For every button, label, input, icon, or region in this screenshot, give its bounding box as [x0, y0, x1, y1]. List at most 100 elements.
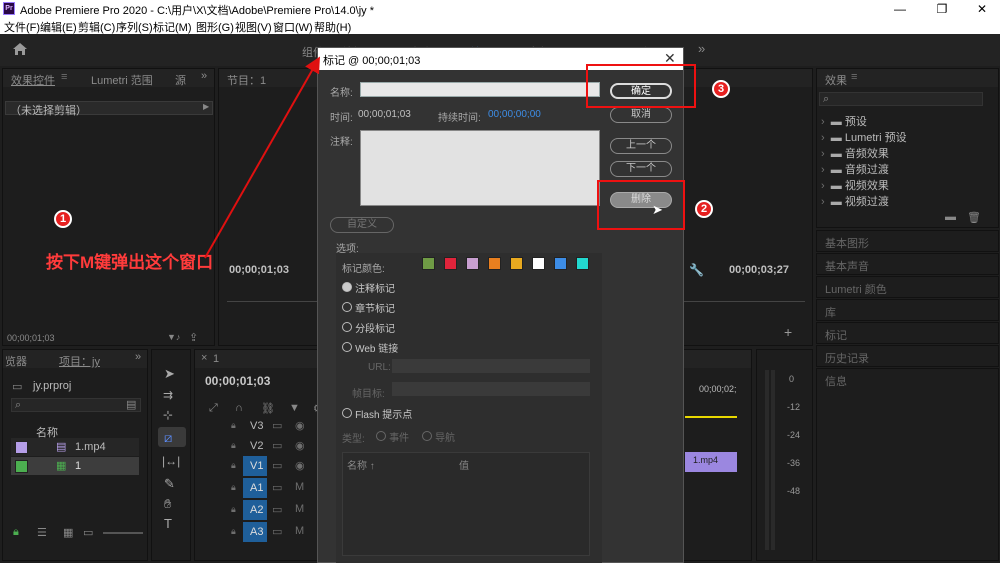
filter-icon[interactable]: ▼♪	[167, 332, 180, 342]
url-input[interactable]	[392, 359, 590, 373]
export-icon[interactable]: ⇪	[189, 331, 198, 344]
timeline-timecode[interactable]: 00;00;01;03	[205, 374, 270, 388]
radio-chapter-marker[interactable]: 章节标记	[342, 300, 395, 315]
razor-tool-icon[interactable]: ⧄	[164, 430, 172, 446]
radio-flash-cue-point[interactable]: Flash 提示点	[342, 406, 412, 421]
panel-overflow-icon[interactable]: »	[135, 351, 141, 363]
tab-lumetri-scopes[interactable]: Lumetri 范围	[91, 72, 153, 88]
zoom-slider[interactable]	[103, 532, 143, 534]
panel-info[interactable]: 信息	[816, 368, 999, 561]
frame-target-input[interactable]	[392, 382, 590, 396]
selection-tool-icon[interactable]: ➤	[164, 366, 175, 382]
lock-icon[interactable]: 🔒︎	[231, 440, 236, 451]
list-view-icon[interactable]: ☰	[37, 526, 47, 539]
panel-essential-sound[interactable]: 基本声音	[816, 253, 999, 275]
toggle-output-icon[interactable]: ▭	[272, 439, 282, 452]
workspace-overflow-icon[interactable]: »	[698, 41, 705, 56]
effects-search-input[interactable]: ⌕	[819, 92, 983, 106]
previous-button[interactable]: 上一个	[610, 138, 672, 154]
lock-icon[interactable]: 🔒︎	[231, 504, 236, 515]
menu-file[interactable]: 文件(F)	[4, 19, 40, 35]
work-area-bar[interactable]	[685, 416, 737, 418]
panel-libraries[interactable]: 库	[816, 299, 999, 321]
home-icon[interactable]	[12, 42, 28, 56]
table-value-header[interactable]: 值	[459, 457, 469, 472]
panel-history[interactable]: 历史记录	[816, 345, 999, 367]
duration-value[interactable]: 00;00;00;00	[488, 109, 541, 120]
snap-icon[interactable]: ∩	[235, 402, 243, 414]
radio-web-link[interactable]: Web 链接	[342, 340, 398, 355]
eye-icon[interactable]: ◉	[295, 439, 305, 452]
mute-icon[interactable]: M	[295, 503, 304, 515]
comment-textarea[interactable]	[360, 130, 600, 206]
list-item[interactable]: ▤ 1.mp4	[11, 438, 139, 456]
tab-source[interactable]: 源	[175, 72, 186, 88]
tab-effect-controls[interactable]: 效果控件	[11, 72, 55, 88]
toggle-output-icon[interactable]: ▭	[272, 481, 282, 494]
radio-event[interactable]: 事件	[376, 429, 409, 444]
radio-comment-marker[interactable]: 注释标记	[342, 280, 395, 295]
color-swatch-cyan[interactable]	[576, 257, 589, 270]
toggle-output-icon[interactable]: ▭	[272, 503, 282, 516]
icon-view-icon[interactable]: ▦	[63, 526, 73, 539]
tree-item-video-effects[interactable]: › ▬ 视频效果	[821, 177, 889, 193]
menu-view[interactable]: 视图(V)	[235, 19, 272, 35]
color-swatch-orange[interactable]	[488, 257, 501, 270]
wrench-icon[interactable]: 🔧	[689, 263, 704, 277]
color-swatch-lavender[interactable]	[466, 257, 479, 270]
color-swatch-green[interactable]	[422, 257, 435, 270]
color-swatch-yellow[interactable]	[510, 257, 523, 270]
track-v3[interactable]: 🔒︎ V3 ▭ ◉	[219, 416, 319, 436]
lock-icon[interactable]: 🔒︎	[231, 420, 236, 431]
tree-item-video-transitions[interactable]: › ▬ 视频过渡	[821, 193, 889, 209]
panel-markers[interactable]: 标记	[816, 322, 999, 344]
expand-arrow-icon[interactable]: ▶	[203, 102, 209, 111]
lock-icon[interactable]: 🔒︎	[231, 460, 236, 471]
linked-selection-icon[interactable]: ⛓︎	[261, 402, 275, 415]
panel-menu-icon[interactable]: ≡	[851, 71, 857, 83]
type-tool-icon[interactable]: T	[164, 516, 172, 531]
custom-button[interactable]: 自定义	[330, 217, 394, 233]
menu-edit[interactable]: 编辑(E)	[40, 19, 77, 35]
panel-essential-graphics[interactable]: 基本图形	[816, 230, 999, 252]
tab-project[interactable]: 项目：jy	[59, 353, 100, 369]
color-swatch-red[interactable]	[444, 257, 457, 270]
project-search-input[interactable]: ⌕	[11, 398, 141, 412]
new-bin-icon[interactable]: ▬	[945, 211, 956, 223]
add-button-icon[interactable]: +	[784, 324, 792, 340]
track-a2[interactable]: 🔒︎ A2 ▭ M	[219, 500, 319, 520]
menu-marker[interactable]: 标记(M)	[153, 19, 192, 35]
track-v2[interactable]: 🔒︎ V2 ▭ ◉	[219, 436, 319, 456]
freeform-view-icon[interactable]: ▭	[83, 526, 93, 539]
tab-sequence[interactable]: 1	[213, 353, 219, 365]
track-v1[interactable]: 🔒︎ V1 ▭ ◉	[219, 456, 319, 476]
color-swatch-white[interactable]	[532, 257, 545, 270]
timeline-clip[interactable]: 1.mp4	[685, 452, 737, 472]
nest-icon[interactable]: ⤢	[209, 402, 218, 415]
add-marker-icon[interactable]: ▼	[289, 402, 300, 414]
hand-tool-icon[interactable]: ✋︎	[164, 496, 171, 512]
lock-icon[interactable]: 🔒︎	[231, 482, 236, 493]
tree-item-audio-transitions[interactable]: › ▬ 音频过渡	[821, 161, 889, 177]
panel-lumetri-color[interactable]: Lumetri 颜色	[816, 276, 999, 298]
mute-icon[interactable]: M	[295, 525, 304, 537]
eye-icon[interactable]: ◉	[295, 419, 305, 432]
toggle-output-icon[interactable]: ▭	[272, 419, 282, 432]
new-bin-icon[interactable]: ▤	[126, 398, 136, 411]
slip-tool-icon[interactable]: |↔|	[162, 454, 180, 468]
menu-clip[interactable]: 剪辑(C)	[78, 19, 115, 35]
menu-window[interactable]: 窗口(W)	[273, 19, 313, 35]
track-select-tool-icon[interactable]: ⇉	[163, 388, 173, 402]
eye-icon[interactable]: ◉	[295, 459, 305, 472]
tab-media-browser[interactable]: 览器	[5, 353, 27, 369]
lock-icon[interactable]: 🔒︎	[231, 526, 236, 537]
radio-segmentation-marker[interactable]: 分段标记	[342, 320, 395, 335]
cancel-button[interactable]: 取消	[610, 107, 672, 123]
tree-item-presets[interactable]: › ▬ 预设	[821, 113, 867, 129]
table-name-header[interactable]: 名称 ↑	[347, 457, 375, 472]
minimize-button[interactable]: —	[880, 0, 920, 18]
mute-icon[interactable]: M	[295, 481, 304, 493]
pen-tool-icon[interactable]: ✎	[164, 476, 175, 492]
menu-sequence[interactable]: 序列(S)	[116, 19, 153, 35]
track-a3[interactable]: 🔒︎ A3 ▭ M	[219, 522, 319, 542]
